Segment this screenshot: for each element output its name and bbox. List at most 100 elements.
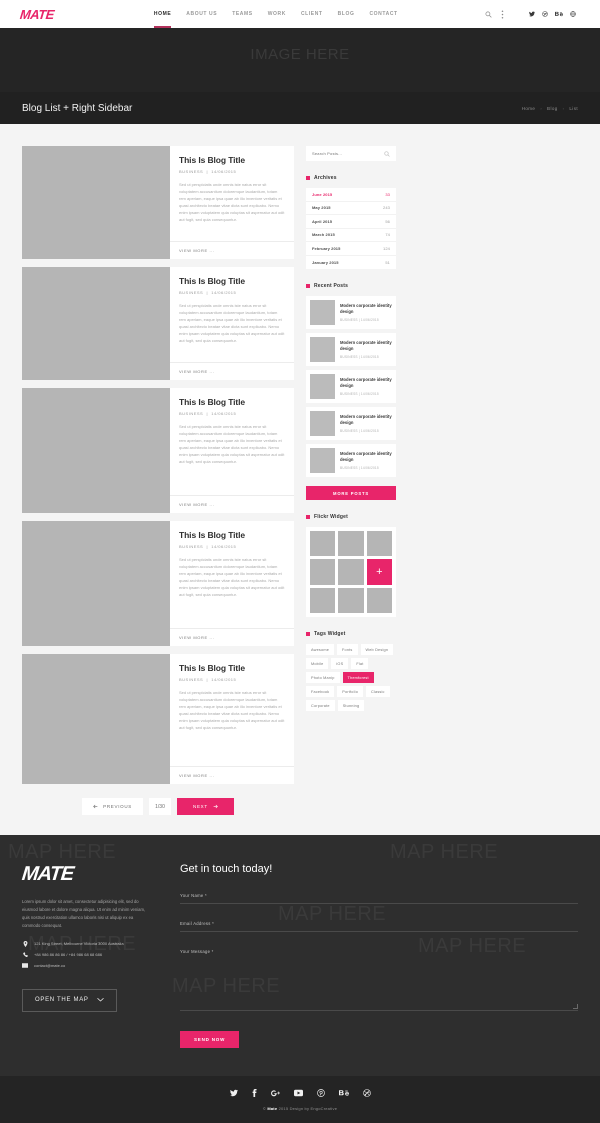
breadcrumb-item-blog[interactable]: Blog (547, 106, 558, 111)
flickr-tile[interactable] (338, 531, 364, 557)
search-widget[interactable] (306, 146, 396, 161)
flickr-tile[interactable] (310, 587, 336, 614)
map-placeholder-text: MAP HERE (390, 841, 499, 863)
breadcrumb-item-home[interactable]: Home (522, 106, 536, 111)
chevron-down-icon (96, 997, 104, 1004)
recent-post-item[interactable]: Modern corporate identity design BUSINESS… (306, 444, 396, 477)
nav-item-teams[interactable]: TEAMS (232, 0, 253, 28)
post-view-more-link[interactable]: VIEW MORE ... (170, 766, 294, 784)
tag-item[interactable]: Classic (366, 686, 390, 698)
breadcrumb-item-list[interactable]: List (569, 106, 578, 111)
post-thumbnail[interactable] (22, 388, 170, 513)
post-category[interactable]: BUSINESS (179, 544, 203, 549)
tag-item[interactable]: Facebook (306, 686, 335, 698)
post-excerpt: Sed ut perspiciatis unde omnis iste natu… (179, 557, 285, 597)
dribbble-icon[interactable] (542, 11, 548, 17)
message-field-label: Your Message * (180, 949, 214, 954)
post-title[interactable]: This Is Blog Title (179, 397, 285, 407)
post-body: This Is Blog Title BUSINESS | 14/06/2015 S… (170, 267, 294, 380)
hero-title-bar: Blog List + Right Sidebar Home › Blog › List (0, 92, 600, 124)
name-field-input[interactable] (180, 903, 578, 904)
send-now-button[interactable]: SEND NOW (180, 1031, 240, 1048)
tag-item[interactable]: Corporate (306, 700, 335, 712)
post-title[interactable]: This Is Blog Title (179, 155, 285, 165)
archive-row[interactable]: January 2015 51 (306, 256, 396, 270)
more-posts-button[interactable]: MORE POSTS (306, 486, 396, 500)
facebook-icon[interactable] (252, 1089, 257, 1097)
recent-post-item[interactable]: Modern corporate identity design BUSINESS… (306, 296, 396, 329)
recent-post-item[interactable]: Modern corporate identity design BUSINESS… (306, 407, 396, 440)
google-plus-icon[interactable] (270, 1089, 280, 1097)
flickr-tile[interactable] (338, 587, 364, 614)
flickr-tile[interactable] (310, 531, 336, 557)
tag-item[interactable]: Web Design (360, 644, 394, 656)
flickr-tile[interactable] (310, 559, 336, 585)
message-field-textarea[interactable] (180, 959, 578, 1011)
twitter-icon[interactable] (229, 1089, 238, 1097)
flickr-tile[interactable] (366, 531, 393, 557)
recent-post-item[interactable]: Modern corporate identity design BUSINESS… (306, 333, 396, 366)
nav-item-client[interactable]: CLIENT (301, 0, 323, 28)
archive-row[interactable]: May 2015 243 (306, 202, 396, 215)
post-thumbnail[interactable] (22, 267, 170, 380)
nav-item-blog[interactable]: BLOG (338, 0, 355, 28)
email-field-input[interactable] (180, 931, 578, 932)
more-vertical-icon[interactable] (501, 10, 504, 19)
tag-item[interactable]: Fonts (337, 644, 358, 656)
post-view-more-link[interactable]: VIEW MORE ... (170, 495, 294, 513)
archive-row[interactable]: March 2015 74 (306, 229, 396, 242)
nav-item-contact[interactable]: CONTACT (369, 0, 397, 28)
pinterest-icon[interactable] (316, 1089, 325, 1097)
archive-row[interactable]: June 2015 33 (306, 188, 396, 202)
tags-list: Awesome Fonts Web Design Mobile iOS Flat Photo… (306, 644, 396, 712)
archive-row[interactable]: April 2015 56 (306, 215, 396, 229)
post-view-more-link[interactable]: VIEW MORE ... (170, 362, 294, 380)
behance-icon[interactable] (555, 11, 563, 17)
post-view-more-link[interactable]: VIEW MORE ... (170, 241, 294, 259)
post-thumbnail[interactable] (22, 521, 170, 646)
flickr-tile-active[interactable]: + (366, 559, 393, 585)
search-icon[interactable] (485, 11, 492, 18)
globe-icon[interactable] (570, 11, 576, 17)
site-logo[interactable]: MATE (19, 7, 54, 22)
post-view-more-link[interactable]: VIEW MORE ... (170, 628, 294, 646)
search-input[interactable] (312, 151, 384, 156)
archive-row[interactable]: February 2015 124 (306, 242, 396, 256)
post-category[interactable]: BUSINESS (179, 677, 203, 682)
post-category[interactable]: BUSINESS (179, 411, 203, 416)
post-category[interactable]: BUSINESS (179, 169, 203, 174)
post-title[interactable]: This Is Blog Title (179, 530, 285, 540)
youtube-icon[interactable] (293, 1089, 303, 1097)
dribbble-icon[interactable] (362, 1089, 371, 1097)
open-map-button[interactable]: OPEN THE MAP (22, 988, 117, 1012)
recent-post-meta: BUSINESS | 14/06/2015 (340, 318, 379, 323)
twitter-icon[interactable] (529, 11, 535, 17)
post-category[interactable]: BUSINESS (179, 290, 203, 295)
map-placeholder-text: MAP HERE (8, 841, 117, 863)
flickr-tile[interactable] (338, 559, 364, 585)
post-excerpt: Sed ut perspiciatis unde omnis iste natu… (179, 182, 285, 222)
post-title[interactable]: This Is Blog Title (179, 276, 285, 286)
post-title[interactable]: This Is Blog Title (179, 663, 285, 673)
tag-item[interactable]: iOS (331, 658, 349, 670)
nav-item-home[interactable]: HOME (153, 0, 172, 28)
pagination-next-button[interactable]: NEXT (177, 798, 234, 815)
tag-item[interactable]: Awesome (306, 644, 335, 656)
post-thumbnail[interactable] (22, 654, 170, 784)
footer-contact-text: +84 986 86 86 86 / +84 986 68 68 686 (34, 952, 103, 958)
tag-item[interactable]: Portfolio (337, 686, 364, 698)
post-excerpt: Sed ut perspiciatis unde omnis iste natu… (179, 424, 285, 464)
tag-item[interactable]: Photo Manip (306, 672, 340, 684)
nav-item-work[interactable]: WORK (268, 0, 286, 28)
pagination-previous-button[interactable]: PREVIOUS (82, 798, 144, 815)
search-icon[interactable] (384, 150, 390, 157)
tag-item[interactable]: Stunning (337, 700, 365, 712)
tag-item[interactable]: Mobile (306, 658, 329, 670)
post-thumbnail[interactable] (22, 146, 170, 259)
tag-item[interactable]: Themforest (342, 672, 374, 684)
tag-item[interactable]: Flat (351, 658, 369, 670)
behance-icon[interactable] (338, 1089, 349, 1097)
recent-post-item[interactable]: Modern corporate identity design BUSINESS… (306, 370, 396, 403)
flickr-tile[interactable] (366, 587, 393, 614)
nav-item-about-us[interactable]: ABOUT US (186, 0, 217, 28)
